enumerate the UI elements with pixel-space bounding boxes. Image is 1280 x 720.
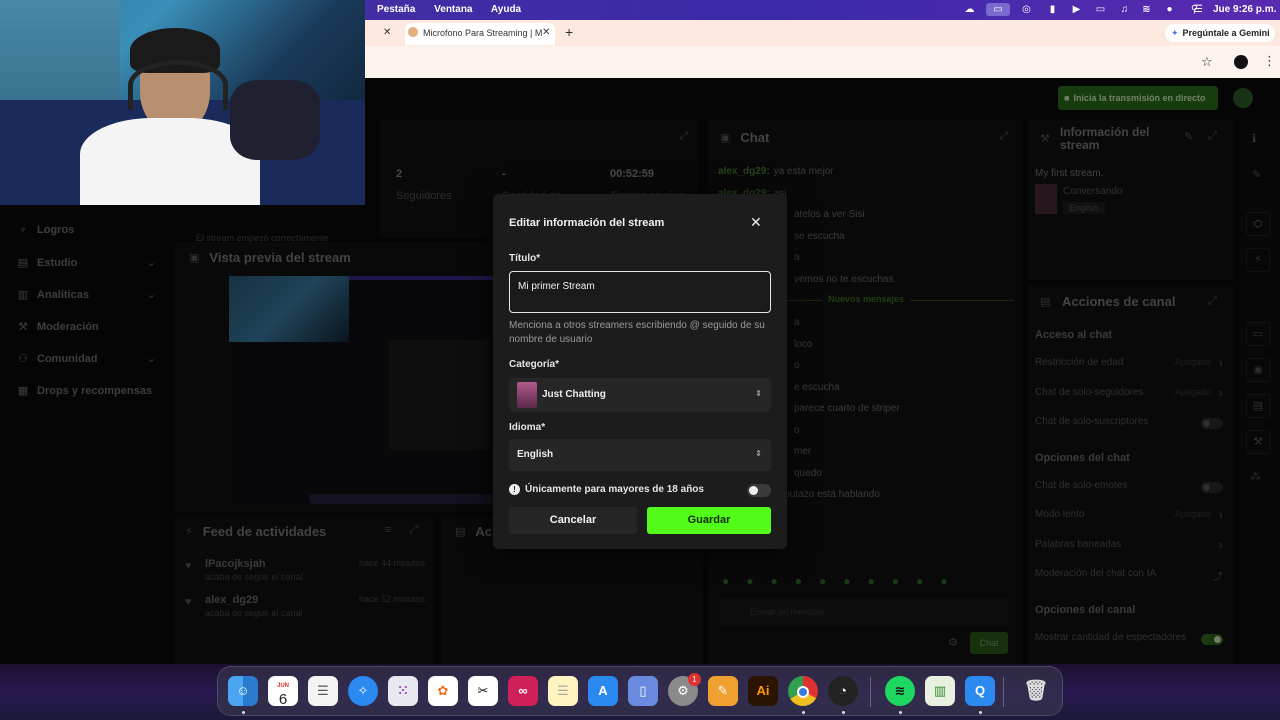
creative-cloud-icon[interactable]: ∞ — [508, 676, 538, 706]
gemini-button[interactable]: ✦ Pregúntale a Gemini — [1165, 24, 1275, 42]
pages-icon[interactable]: ✎ — [708, 676, 738, 706]
battery-icon[interactable]: ▮ — [1046, 3, 1059, 16]
creative-cloud-icon[interactable]: ☁ — [963, 3, 976, 16]
headphones — [128, 60, 228, 110]
info-icon: ! — [509, 484, 520, 495]
launchpad-icon[interactable]: ⁙ — [388, 676, 418, 706]
adult-only-label: Únicamente para mayores de 18 años — [525, 484, 704, 495]
title-hint: Menciona a otros streamers escribiendo @… — [509, 320, 765, 345]
profile-avatar[interactable] — [1234, 55, 1248, 69]
updown-icon: ⇕ — [755, 449, 762, 458]
chrome-icon[interactable] — [788, 676, 818, 706]
app-store-icon[interactable]: A — [588, 676, 618, 706]
illustrator-icon[interactable]: Ai — [748, 676, 778, 706]
siri-icon[interactable]: ● — [1163, 3, 1176, 16]
mac-dock: ☺ JUN 6 ☰ ✧ ⁙ ✿ ✂ ∞ ☰ A ▯ ⚙ 1 ✎ Ai ◔ ≋ ▥… — [217, 666, 1063, 716]
menu-ayuda[interactable]: Ayuda — [491, 4, 521, 15]
photos-icon[interactable]: ✿ — [428, 676, 458, 706]
finder-icon[interactable]: ☺ — [228, 676, 258, 706]
stage-manager-icon[interactable]: ◎ — [1020, 3, 1033, 16]
adult-only-toggle[interactable] — [747, 484, 771, 497]
backpack — [230, 80, 320, 160]
capcut-icon[interactable]: ✂ — [468, 676, 498, 706]
trash-icon[interactable]: 🗑 — [1021, 676, 1051, 706]
webcam-overlay — [0, 0, 365, 205]
close-tab-icon[interactable]: ✕ — [383, 27, 391, 38]
category-label: Categoría* — [509, 359, 560, 370]
language-select[interactable]: English ⇕ — [509, 439, 771, 471]
screen-share-icon[interactable]: ▭ — [986, 3, 1010, 16]
wifi-icon[interactable]: ≋ — [1140, 3, 1153, 16]
new-tab-icon[interactable]: + — [565, 24, 573, 40]
calendar-icon[interactable]: JUN 6 — [268, 676, 298, 707]
menubar-clock[interactable]: Jue 9:26 p.m. — [1213, 4, 1276, 15]
display-icon[interactable]: ▭ — [1094, 3, 1107, 16]
title-input[interactable]: Mi primer Stream — [509, 271, 771, 313]
spotify-icon[interactable]: ≋ — [885, 676, 915, 706]
title-label: Título* — [509, 253, 541, 264]
close-tab-icon[interactable]: ✕ — [542, 27, 550, 38]
cancel-button[interactable]: Cancelar — [509, 507, 637, 534]
modal-title: Editar información del stream — [509, 217, 665, 229]
safari-icon[interactable]: ✧ — [348, 676, 378, 706]
dock-divider — [870, 677, 871, 707]
save-button[interactable]: Guardar — [647, 507, 771, 534]
obs-icon[interactable]: ◔ — [828, 676, 858, 706]
notification-badge: 1 — [688, 673, 701, 686]
memory-icon[interactable]: ▥ — [925, 676, 955, 706]
edit-stream-modal: Editar información del stream ✕ Título* … — [493, 194, 787, 549]
language-label: Idioma* — [509, 422, 546, 433]
menu-pestana[interactable]: Pestaña — [377, 4, 415, 15]
gemini-icon: ✦ — [1171, 27, 1179, 38]
dock-divider — [1003, 677, 1004, 707]
bookmark-star-icon[interactable]: ☆ — [1201, 54, 1213, 70]
reminders-icon[interactable]: ☰ — [308, 676, 338, 706]
updown-icon: ⇕ — [755, 389, 762, 398]
browser-tabbar: ✕ Microfono Para Streaming | M ✕ + ✦ Pre… — [365, 20, 1280, 46]
headphones-icon[interactable]: ♫ — [1118, 3, 1131, 16]
menu-ventana[interactable]: Ventana — [434, 4, 472, 15]
browser-toolbar: ☆ ⋮ — [365, 46, 1280, 78]
simulator-icon[interactable]: ▯ — [628, 676, 658, 706]
category-thumbnail — [517, 382, 537, 408]
browser-tab[interactable]: Microfono Para Streaming | M — [405, 23, 555, 45]
tab-favicon — [408, 27, 418, 37]
category-select[interactable]: Just Chatting ⇕ — [509, 378, 771, 412]
notes-icon[interactable]: ☰ — [548, 676, 578, 706]
play-icon[interactable]: ▶ — [1070, 3, 1083, 16]
browser-menu-icon[interactable]: ⋮ — [1263, 53, 1276, 69]
helper-app-icon[interactable]: Q — [965, 676, 995, 706]
control-center-toggle-icon[interactable]: ☰ — [1192, 3, 1205, 16]
close-icon[interactable]: ✕ — [750, 214, 762, 231]
